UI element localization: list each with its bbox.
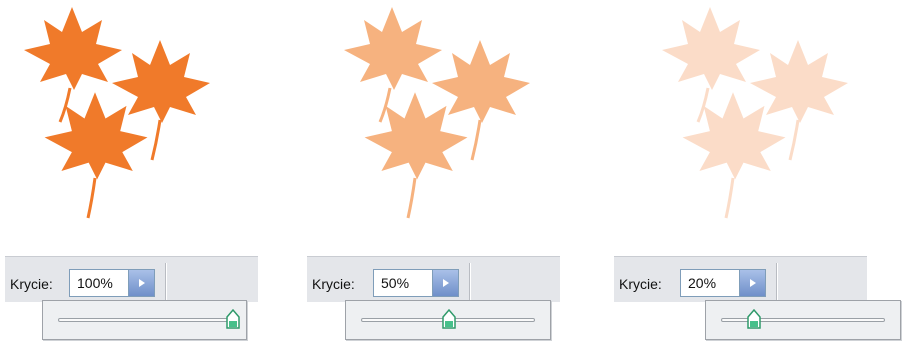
opacity-dropdown-button[interactable]	[432, 270, 458, 296]
maple-leaf-icon	[24, 7, 122, 123]
opacity-label: Krycie:	[10, 276, 53, 292]
opacity-slider-thumb[interactable]	[746, 309, 762, 329]
opacity-panel: Krycie:	[5, 256, 258, 302]
opacity-dropdown-button[interactable]	[739, 270, 765, 296]
slider-thumb-icon	[747, 309, 761, 329]
opacity-panel: Krycie:	[307, 256, 560, 302]
opacity-field[interactable]	[373, 269, 459, 297]
maple-leaf-icon	[662, 7, 760, 123]
opacity-slider-track[interactable]	[58, 318, 231, 322]
opacity-slider-thumb[interactable]	[225, 309, 241, 329]
opacity-label: Krycie:	[619, 276, 662, 292]
opacity-field[interactable]	[680, 269, 766, 297]
triangle-right-icon	[442, 279, 449, 287]
opacity-input[interactable]	[374, 270, 431, 296]
opacity-panel: Krycie:	[614, 256, 867, 302]
leaves-illustration-100	[10, 0, 250, 225]
toolbar-divider	[776, 263, 777, 302]
opacity-dropdown-button[interactable]	[128, 270, 154, 296]
leaves-illustration-50	[330, 0, 570, 225]
toolbar-divider	[469, 263, 470, 302]
opacity-slider-thumb[interactable]	[441, 309, 457, 329]
opacity-slider-popup	[42, 300, 247, 340]
maple-leaf-icon	[344, 7, 442, 123]
opacity-label: Krycie:	[312, 276, 355, 292]
toolbar-divider	[165, 263, 166, 302]
slider-thumb-icon	[226, 309, 240, 329]
opacity-input[interactable]	[681, 270, 738, 296]
slider-thumb-icon	[442, 309, 456, 329]
triangle-right-icon	[749, 279, 756, 287]
opacity-slider-popup	[705, 300, 901, 340]
triangle-right-icon	[138, 279, 145, 287]
leaves-illustration-20	[648, 0, 888, 225]
opacity-slider-popup	[345, 300, 551, 340]
opacity-input[interactable]	[70, 270, 127, 296]
opacity-field[interactable]	[69, 269, 155, 297]
